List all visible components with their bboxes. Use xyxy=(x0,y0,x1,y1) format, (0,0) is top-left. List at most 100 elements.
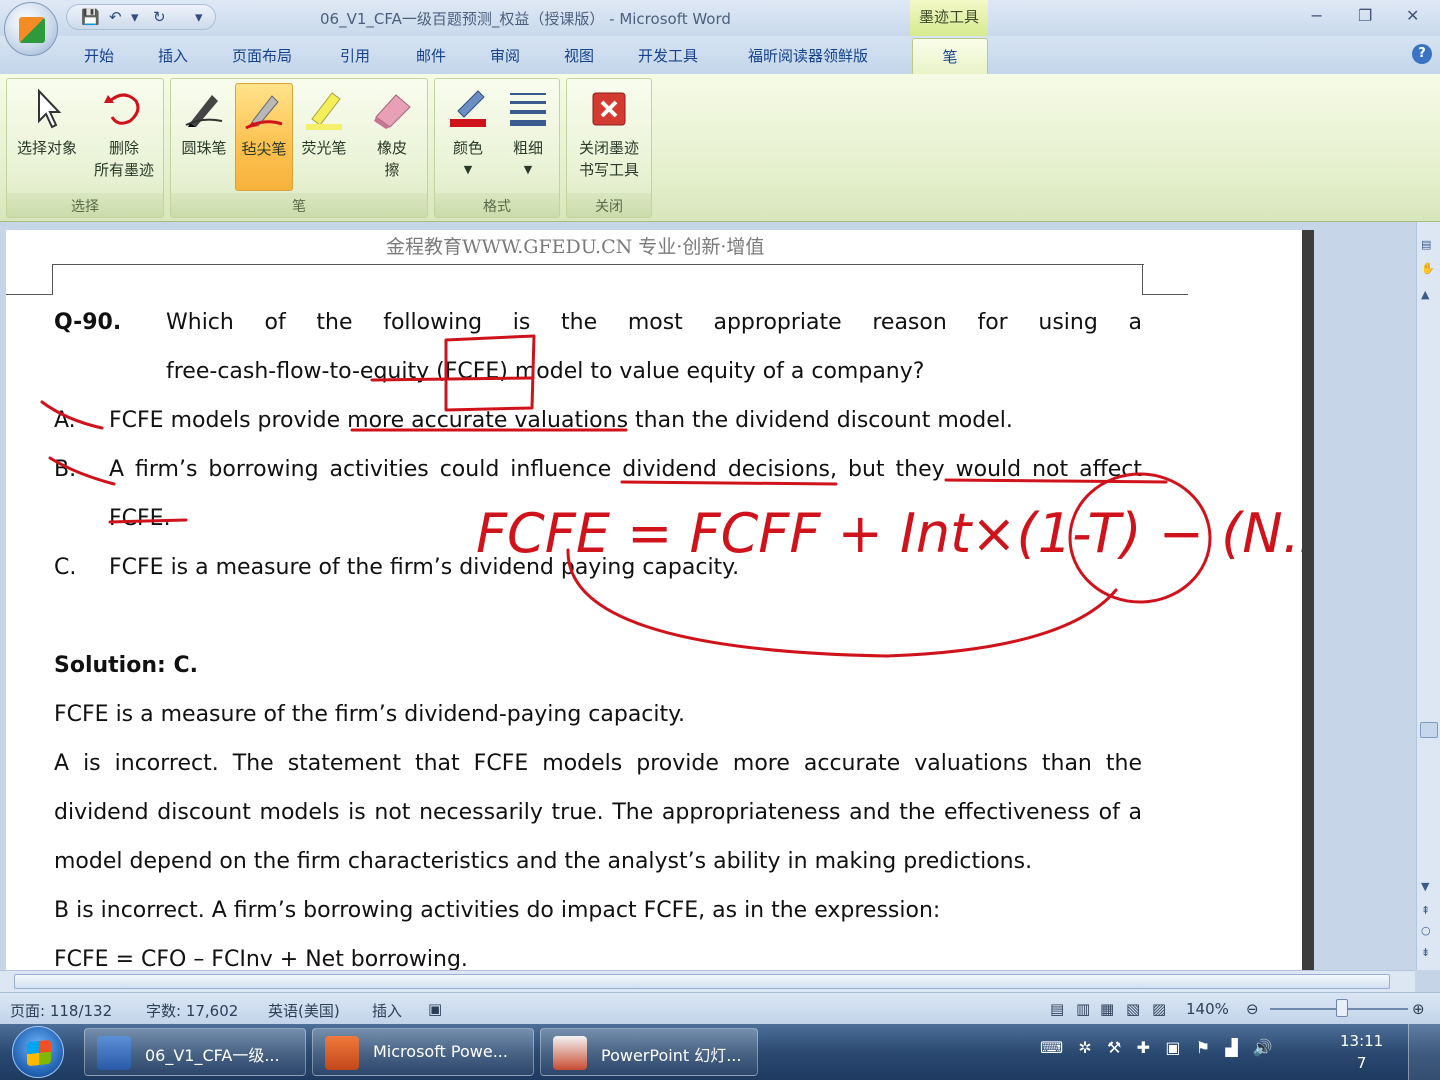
pan-hand-icon[interactable]: ✋ xyxy=(1421,262,1435,275)
title-bar: 💾 ↶ ▾ ↻ ▾ 06_V1_CFA一级百题预测_权益（授课版） - Micr… xyxy=(0,0,1440,56)
page-header: 金程教育WWW.GFEDU.CN 专业·创新·增值 xyxy=(386,236,765,258)
clock-time: 13:11 xyxy=(1340,1032,1384,1050)
explanation-line-4: model depend on the firm characteristics… xyxy=(54,849,1033,874)
language-indicator[interactable]: 英语(美国) xyxy=(268,1000,340,1021)
show-desktop-button[interactable] xyxy=(1408,1024,1440,1080)
customize-qat-icon[interactable]: ▾ xyxy=(195,8,203,26)
network-icon[interactable]: ▟ xyxy=(1225,1038,1237,1057)
highlighter-icon xyxy=(306,92,342,130)
tab-developer[interactable]: 开发工具 xyxy=(638,45,698,66)
color-button[interactable]: 颜色 ▼ xyxy=(439,83,497,191)
tab-review[interactable]: 审阅 xyxy=(490,45,520,66)
tab-mailings[interactable]: 邮件 xyxy=(416,45,446,66)
eraser-button[interactable]: 橡皮 擦 xyxy=(361,83,423,191)
window-title: 06_V1_CFA一级百题预测_权益（授课版） - Microsoft Word xyxy=(320,10,731,28)
maximize-button[interactable]: ❐ xyxy=(1358,6,1372,25)
eraser-label: 橡皮 xyxy=(376,139,407,157)
tray-tool-icon[interactable]: ⚒ xyxy=(1107,1038,1121,1057)
zoom-slider-knob[interactable] xyxy=(1336,999,1348,1017)
close-ink-tools-button[interactable]: 关闭墨迹 书写工具 xyxy=(569,83,649,191)
office-logo-icon xyxy=(19,17,45,43)
tab-view[interactable]: 视图 xyxy=(564,45,594,66)
keyboard-icon[interactable]: ⌨ xyxy=(1040,1038,1063,1057)
color-dropdown-icon: ▼ xyxy=(463,163,473,176)
windows-logo-icon xyxy=(27,1039,51,1067)
tray-add-icon[interactable]: ✚ xyxy=(1137,1038,1150,1057)
vertical-scroll-thumb[interactable] xyxy=(1420,722,1438,738)
felt-tip-label: 毡尖笔 xyxy=(241,140,287,158)
group-close-label: 关闭 xyxy=(567,193,651,217)
header-rule xyxy=(52,264,1144,265)
tab-pens[interactable]: 笔 xyxy=(912,38,988,74)
felt-tip-pen-button[interactable]: 毡尖笔 xyxy=(235,83,293,191)
taskbar-item-powerpoint[interactable]: Microsoft Powe... xyxy=(312,1028,534,1076)
option-a-text: FCFE models provide more accurate valuat… xyxy=(109,408,1013,433)
office-button[interactable] xyxy=(4,2,58,56)
action-center-flag-icon[interactable]: ⚑ xyxy=(1196,1038,1210,1057)
tab-insert[interactable]: 插入 xyxy=(158,45,188,66)
prev-page-icon[interactable]: ⇞ xyxy=(1421,904,1430,917)
tab-foxit-reader[interactable]: 福昕阅读器领鲜版 xyxy=(748,45,868,66)
tab-home[interactable]: 开始 xyxy=(84,45,114,66)
zoom-in-icon[interactable]: ⊕ xyxy=(1412,1000,1425,1018)
document-page[interactable]: 金程教育WWW.GFEDU.CN 专业·创新·增值 Q-90. Which of… xyxy=(6,230,1302,970)
ruler-toggle-icon[interactable]: ▤ xyxy=(1421,238,1431,251)
system-clock[interactable]: 13:11 7 xyxy=(1340,1030,1383,1074)
question-id: Q-90. xyxy=(54,310,122,335)
windows-taskbar: 06_V1_CFA一级... Microsoft Powe... PowerPo… xyxy=(0,1024,1440,1080)
select-objects-label: 选择对象 xyxy=(16,139,77,157)
next-page-icon[interactable]: ⇟ xyxy=(1421,946,1430,959)
ballpoint-pen-button[interactable]: 圆珠笔 xyxy=(175,83,233,191)
help-icon[interactable]: ? xyxy=(1412,44,1432,64)
zoom-level[interactable]: 140% xyxy=(1186,1000,1229,1018)
cursor-arrow-icon xyxy=(38,88,62,129)
select-objects-button[interactable]: 选择对象 xyxy=(9,83,85,191)
horizontal-scrollbar[interactable] xyxy=(0,970,1415,992)
taskbar-item-slideshow[interactable]: PowerPoint 幻灯... xyxy=(540,1028,758,1076)
minimize-button[interactable]: − xyxy=(1310,6,1323,25)
tab-page-layout[interactable]: 页面布局 xyxy=(232,45,292,66)
scroll-up-icon[interactable]: ▲ xyxy=(1421,288,1429,301)
explanation-line-1: FCFE is a measure of the firm’s dividend… xyxy=(54,702,686,727)
writing-tools-label: 书写工具 xyxy=(578,161,639,179)
doc-margin-area xyxy=(1314,230,1378,970)
tray-app-icon[interactable]: ✲ xyxy=(1078,1038,1091,1057)
explanation-line-2: A is incorrect. The statement that FCFE … xyxy=(54,751,1142,776)
vertical-scrollbar[interactable]: ▤ ✋ ▲ ▼ ⇞ ○ ⇟ xyxy=(1416,222,1440,970)
word-count[interactable]: 字数: 17,602 xyxy=(146,1000,238,1021)
volume-icon[interactable]: 🔊 xyxy=(1253,1038,1273,1057)
delete-ink-icon xyxy=(104,93,140,125)
page-count[interactable]: 页面: 118/132 xyxy=(10,1000,112,1021)
taskbar-item-word[interactable]: 06_V1_CFA一级... xyxy=(84,1028,306,1076)
zoom-out-icon[interactable]: ⊖ xyxy=(1246,1000,1259,1018)
view-full-screen-icon[interactable]: ▥ xyxy=(1076,1000,1090,1018)
delete-all-ink-button[interactable]: 删除 所有墨迹 xyxy=(87,83,161,191)
highlighter-button[interactable]: 荧光笔 xyxy=(295,83,353,191)
redo-icon[interactable]: ↻ xyxy=(153,8,166,26)
insert-mode[interactable]: 插入 xyxy=(372,1000,402,1021)
tab-references[interactable]: 引用 xyxy=(340,45,370,66)
macro-record-icon[interactable]: ▣ xyxy=(428,1000,442,1018)
status-bar: 页面: 118/132 字数: 17,602 英语(美国) 插入 ▣ ▤ ▥ ▦… xyxy=(0,992,1440,1024)
close-button[interactable]: ✕ xyxy=(1406,6,1419,25)
group-select-label: 选择 xyxy=(7,193,163,217)
save-icon[interactable]: 💾 xyxy=(81,8,100,26)
view-print-layout-icon[interactable]: ▤ xyxy=(1050,1000,1064,1018)
ink-circle-nb xyxy=(1068,472,1212,604)
horizontal-scroll-thumb[interactable] xyxy=(14,974,1390,989)
undo-icon[interactable]: ↶ xyxy=(109,8,122,26)
start-button[interactable] xyxy=(12,1026,64,1078)
view-draft-icon[interactable]: ▨ xyxy=(1152,1000,1166,1018)
color-label: 颜色 xyxy=(452,139,483,157)
view-outline-icon[interactable]: ▧ xyxy=(1126,1000,1140,1018)
clock-date: 7 xyxy=(1356,1054,1367,1072)
margin-mark-right-h xyxy=(1142,294,1188,295)
ballpoint-label: 圆珠笔 xyxy=(181,139,227,157)
thickness-button[interactable]: 粗细 ▼ xyxy=(499,83,557,191)
undo-dropdown-icon[interactable]: ▾ xyxy=(131,8,139,26)
margin-mark-left-h xyxy=(6,294,53,295)
browse-object-icon[interactable]: ○ xyxy=(1421,924,1431,937)
scroll-down-icon[interactable]: ▼ xyxy=(1421,880,1429,893)
view-web-layout-icon[interactable]: ▦ xyxy=(1100,1000,1114,1018)
tray-device-icon[interactable]: ▣ xyxy=(1165,1038,1180,1057)
